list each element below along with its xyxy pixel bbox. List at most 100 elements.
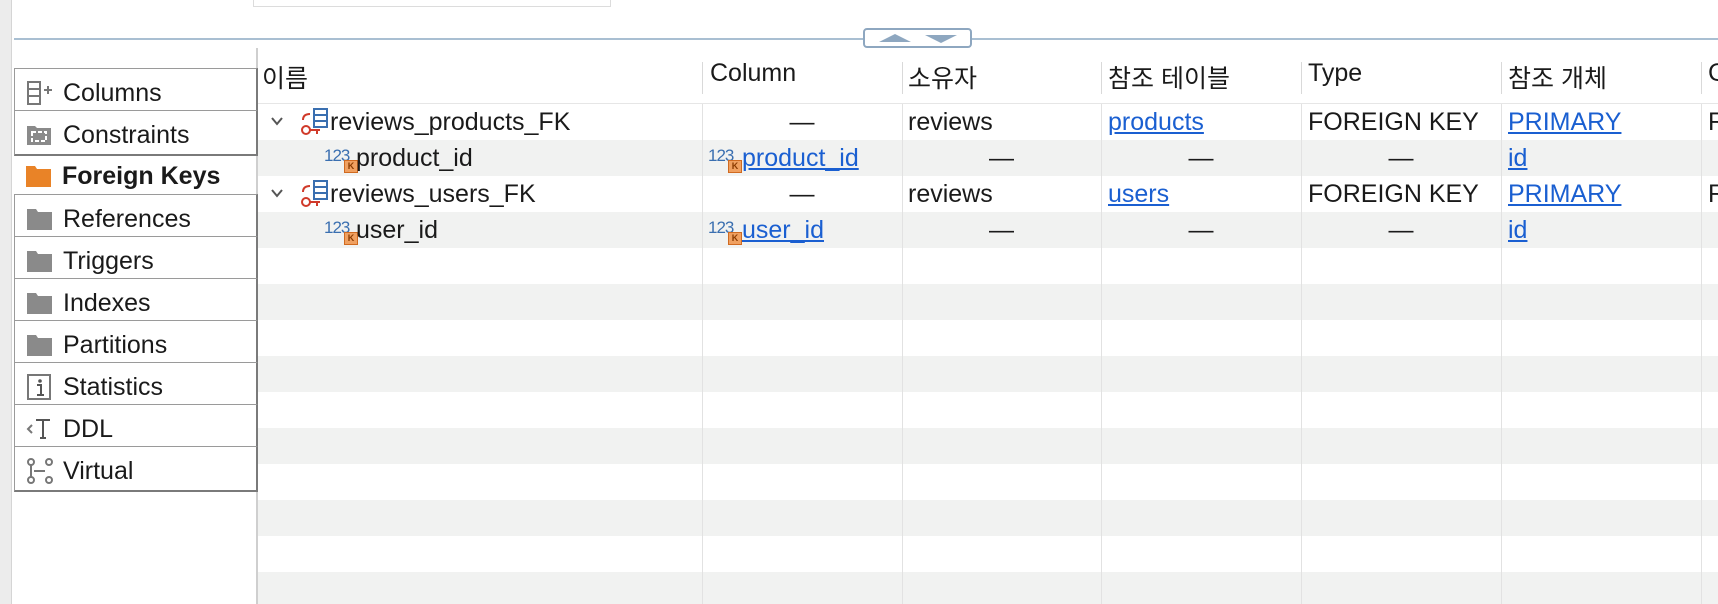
ref-object-link[interactable]: id — [1508, 142, 1527, 174]
grid-band — [258, 572, 1718, 604]
header-separator[interactable] — [1101, 62, 1102, 94]
ref-table-link[interactable]: users — [1108, 178, 1169, 210]
folder-icon — [25, 205, 55, 233]
owner-value: reviews — [908, 180, 993, 208]
next-column-value: R — [1708, 108, 1718, 136]
folder-icon — [24, 162, 54, 190]
header-separator[interactable] — [1701, 62, 1702, 94]
column-name: user_id — [356, 216, 438, 244]
column-value: — — [789, 108, 815, 136]
tab-label: Indexes — [63, 289, 151, 317]
tab-ddl[interactable]: DDL — [14, 404, 258, 450]
owner-value: reviews — [908, 108, 993, 136]
key-badge: K — [728, 232, 742, 245]
tab-label: References — [63, 205, 191, 233]
ref-object-link[interactable]: PRIMARY — [1508, 178, 1621, 210]
tab-columns[interactable]: Columns — [14, 68, 258, 114]
chevron-down-icon[interactable] — [270, 114, 284, 128]
top-panel — [0, 0, 1718, 38]
column-value: — — [789, 180, 815, 208]
tab-triggers[interactable]: Triggers — [14, 236, 258, 282]
expand-down-icon[interactable] — [925, 35, 957, 43]
constraints-icon — [25, 121, 55, 149]
grid-band — [258, 392, 1718, 428]
header-separator[interactable] — [1501, 62, 1502, 94]
folder-icon — [25, 289, 55, 317]
tab-constraints[interactable]: Constraints — [14, 110, 258, 156]
folder-icon — [25, 331, 55, 359]
header-owner[interactable]: 소유자 — [908, 59, 977, 93]
grid-band — [258, 464, 1718, 500]
grid-band — [258, 500, 1718, 536]
type-value: FOREIGN KEY — [1308, 108, 1479, 136]
collapse-up-icon[interactable] — [879, 34, 911, 42]
fk-name: reviews_products_FK — [330, 108, 571, 136]
tab-partitions[interactable]: Partitions — [14, 320, 258, 366]
column-link[interactable]: user_id — [742, 214, 824, 246]
folder-icon — [25, 247, 55, 275]
grid-band — [258, 428, 1718, 464]
type-value: FOREIGN KEY — [1308, 180, 1479, 208]
grid-band — [258, 320, 1718, 356]
ref-object-link[interactable]: PRIMARY — [1508, 106, 1621, 138]
ddl-icon — [25, 415, 55, 443]
key-badge: K — [728, 160, 742, 173]
table-row[interactable]: reviews_users_FK — reviews users FOREIGN… — [258, 176, 1718, 212]
header-name[interactable]: 이름 — [262, 59, 308, 93]
numeric-key-column-icon: 123 K — [324, 146, 360, 174]
header-separator[interactable] — [1301, 62, 1302, 94]
fk-name: reviews_users_FK — [330, 180, 536, 208]
foreign-key-icon — [301, 180, 328, 207]
header-ref-table[interactable]: 참조 테이블 — [1108, 59, 1230, 93]
type-value: — — [1388, 216, 1414, 244]
numeric-key-column-icon: 123 K — [708, 146, 744, 174]
header-ref-object[interactable]: 참조 개체 — [1508, 59, 1607, 93]
tab-virtual[interactable]: Virtual — [14, 446, 258, 492]
previous-panel-edge — [253, 0, 611, 7]
ref-table-value: — — [1188, 144, 1214, 172]
ref-object-link[interactable]: id — [1508, 214, 1527, 246]
ref-table-link[interactable]: products — [1108, 106, 1204, 138]
chevron-down-icon[interactable] — [270, 186, 284, 200]
tab-label: Partitions — [63, 331, 168, 359]
left-edge-strip — [0, 0, 12, 604]
column-link[interactable]: product_id — [742, 142, 859, 174]
owner-value: — — [989, 216, 1014, 244]
type-value: — — [1388, 144, 1414, 172]
tab-label: DDL — [63, 415, 114, 443]
header-separator[interactable] — [702, 62, 703, 94]
tab-label: Triggers — [63, 247, 154, 275]
tab-label: Columns — [63, 79, 162, 107]
grid-band — [258, 248, 1718, 284]
tab-label: Foreign Keys — [62, 162, 221, 190]
ref-table-value: — — [1188, 216, 1214, 244]
tab-indexes[interactable]: Indexes — [14, 278, 258, 324]
header-column[interactable]: Column — [710, 59, 796, 93]
next-column-value: R — [1708, 180, 1718, 208]
tab-statistics[interactable]: Statistics — [14, 362, 258, 408]
table-row[interactable]: reviews_products_FK — reviews products F… — [258, 104, 1718, 140]
numeric-key-column-icon: 123 K — [324, 218, 360, 246]
sash-toggle-button[interactable] — [863, 28, 972, 48]
properties-sidebar: Columns Constraints Foreign Keys Referen… — [14, 48, 258, 604]
header-type[interactable]: Type — [1308, 59, 1362, 93]
grid-band — [258, 356, 1718, 392]
grid-band — [258, 536, 1718, 572]
tab-label: Virtual — [63, 457, 134, 485]
tab-references[interactable]: References — [14, 194, 258, 240]
table-row[interactable]: 123 K product_id 123 K product_id — — — … — [258, 140, 1718, 176]
table-row[interactable]: 123 K user_id 123 K user_id — — — id — [258, 212, 1718, 248]
info-icon — [25, 373, 55, 401]
column-name: product_id — [356, 144, 473, 172]
tab-label: Constraints — [63, 121, 190, 149]
numeric-key-column-icon: 123 K — [708, 218, 744, 246]
tab-foreign-keys[interactable]: Foreign Keys — [14, 152, 258, 198]
columns-icon — [25, 79, 55, 107]
grid-band — [258, 284, 1718, 320]
foreign-keys-grid: 이름 Column 소유자 참조 테이블 Type 참조 개체 C review… — [258, 48, 1718, 604]
owner-value: — — [989, 144, 1014, 172]
foreign-key-icon — [301, 108, 328, 135]
header-next-column[interactable]: C — [1708, 59, 1718, 93]
grid-header: 이름 Column 소유자 참조 테이블 Type 참조 개체 C — [258, 48, 1718, 104]
header-separator[interactable] — [902, 62, 903, 94]
